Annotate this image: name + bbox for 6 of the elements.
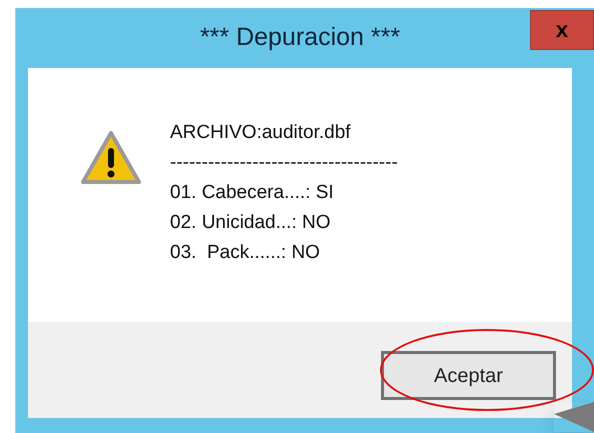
close-button[interactable]: x [530, 10, 594, 50]
message-text: ARCHIVO:auditor.dbf ------------------------------------ 01. Cabecera....: SI 02. Unicidad...: NO 03. Pack......: NO [170, 121, 398, 265]
window-title: *** Depuracion *** [200, 22, 400, 54]
accept-button[interactable]: Aceptar [381, 351, 556, 400]
pointer-shadow-drawing [554, 402, 594, 432]
warning-icon [80, 130, 142, 186]
